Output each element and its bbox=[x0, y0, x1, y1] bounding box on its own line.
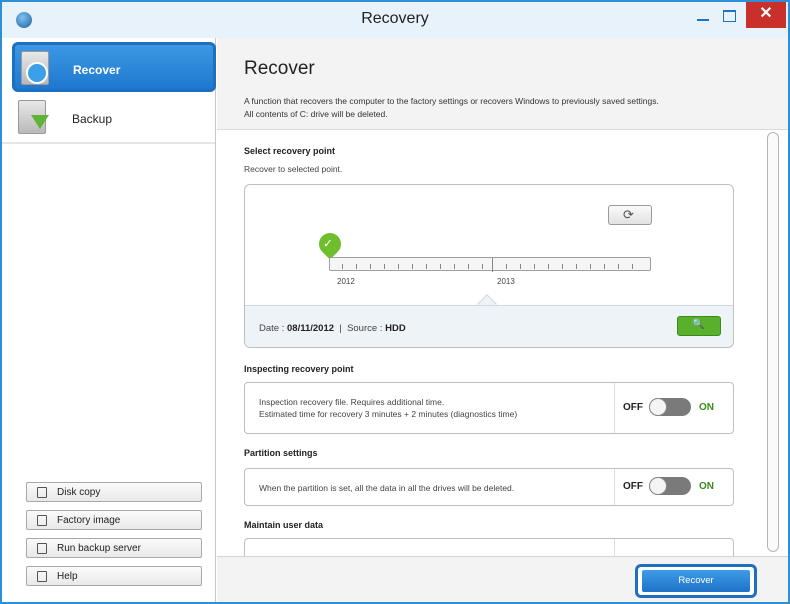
recover-disk-icon bbox=[21, 51, 49, 85]
backup-disk-icon bbox=[18, 100, 49, 134]
title-bar: Recovery ✕ bbox=[2, 2, 788, 38]
recovery-window: Recovery ✕ Recover Backup Disk copy Fact… bbox=[0, 0, 790, 604]
page-title: Recover bbox=[244, 58, 315, 79]
option-divider bbox=[614, 383, 615, 433]
partition-toggle[interactable]: OFF ON bbox=[623, 477, 723, 497]
recovery-point-info: Date : 08/11/2012 | Source : HDD bbox=[259, 323, 406, 334]
inspecting-title: Inspecting recovery point bbox=[244, 364, 354, 374]
description-line-1: A function that recovers the computer to… bbox=[244, 96, 659, 106]
footer-bar: Recover bbox=[217, 556, 788, 602]
inspecting-option-box: Inspection recovery file. Requires addit… bbox=[244, 382, 734, 434]
sidebar-item-backup[interactable]: Backup bbox=[14, 98, 214, 138]
disk-copy-label: Disk copy bbox=[57, 487, 101, 498]
factory-image-icon bbox=[37, 515, 47, 526]
source-label: Source : bbox=[347, 323, 383, 334]
inspect-search-button[interactable] bbox=[677, 316, 721, 336]
help-label: Help bbox=[57, 571, 78, 582]
toggle-knob[interactable] bbox=[649, 477, 667, 495]
recovery-point-info-bar: Date : 08/11/2012 | Source : HDD bbox=[245, 305, 733, 347]
sidebar: Recover Backup Disk copy Factory image R… bbox=[2, 38, 216, 602]
partition-option-box: When the partition is set, all the data … bbox=[244, 468, 734, 506]
select-recovery-point-title: Select recovery point bbox=[244, 146, 336, 156]
inspecting-line-2: Estimated time for recovery 3 minutes + … bbox=[259, 409, 518, 419]
recovery-point-marker-icon[interactable] bbox=[314, 228, 346, 260]
refresh-button[interactable] bbox=[608, 205, 652, 225]
factory-image-button[interactable]: Factory image bbox=[26, 510, 202, 530]
recovery-timeline[interactable] bbox=[329, 257, 651, 272]
window-title: Recovery bbox=[361, 10, 429, 27]
sidebar-divider bbox=[2, 142, 215, 144]
inspecting-line-1: Inspection recovery file. Requires addit… bbox=[259, 397, 445, 407]
toggle-knob[interactable] bbox=[649, 398, 667, 416]
factory-image-label: Factory image bbox=[57, 515, 121, 526]
date-value: 08/11/2012 bbox=[287, 323, 335, 334]
maintain-option-box bbox=[244, 538, 734, 558]
page-description: A function that recovers the computer to… bbox=[244, 95, 659, 121]
backup-server-icon bbox=[37, 543, 47, 554]
recover-button[interactable]: Recover bbox=[642, 570, 750, 592]
toggle-off-label: OFF bbox=[623, 481, 643, 492]
sidebar-item-recover[interactable]: Recover bbox=[12, 42, 216, 92]
option-divider bbox=[614, 469, 615, 505]
minimize-button[interactable] bbox=[690, 2, 716, 30]
toggle-off-label: OFF bbox=[623, 402, 643, 413]
disk-copy-button[interactable]: Disk copy bbox=[26, 482, 202, 502]
inspecting-toggle[interactable]: OFF ON bbox=[623, 398, 723, 418]
description-line-2: All contents of C: drive will be deleted… bbox=[244, 109, 388, 119]
info-separator: | bbox=[339, 323, 342, 334]
main-panel: Recover A function that recovers the com… bbox=[217, 38, 788, 602]
run-backup-server-button[interactable]: Run backup server bbox=[26, 538, 202, 558]
close-button[interactable]: ✕ bbox=[746, 2, 786, 28]
run-backup-server-label: Run backup server bbox=[57, 543, 141, 554]
recovery-point-panel: 2012 2013 Date : 08/11/2012 | Source : H… bbox=[244, 184, 734, 348]
page-header: Recover A function that recovers the com… bbox=[217, 38, 788, 130]
partition-settings-title: Partition settings bbox=[244, 448, 318, 458]
help-icon bbox=[37, 571, 47, 582]
sidebar-item-label: Recover bbox=[73, 63, 121, 77]
year-label: 2013 bbox=[497, 277, 515, 286]
scrollbar[interactable] bbox=[767, 132, 779, 552]
date-label: Date : bbox=[259, 323, 285, 334]
inspecting-text: Inspection recovery file. Requires addit… bbox=[259, 396, 517, 420]
source-value: HDD bbox=[385, 323, 406, 334]
disk-copy-icon bbox=[37, 487, 47, 498]
partition-text: When the partition is set, all the data … bbox=[259, 483, 515, 493]
year-label: 2012 bbox=[337, 277, 355, 286]
toggle-on-label: ON bbox=[699, 402, 714, 413]
maximize-button[interactable] bbox=[716, 2, 742, 30]
sidebar-item-label: Backup bbox=[72, 112, 113, 126]
maintain-user-data-title: Maintain user data bbox=[244, 520, 324, 530]
help-button[interactable]: Help bbox=[26, 566, 202, 586]
toggle-on-label: ON bbox=[699, 481, 714, 492]
recover-button-frame[interactable]: Recover bbox=[635, 564, 757, 598]
select-recovery-point-subtitle: Recover to selected point. bbox=[244, 164, 343, 174]
